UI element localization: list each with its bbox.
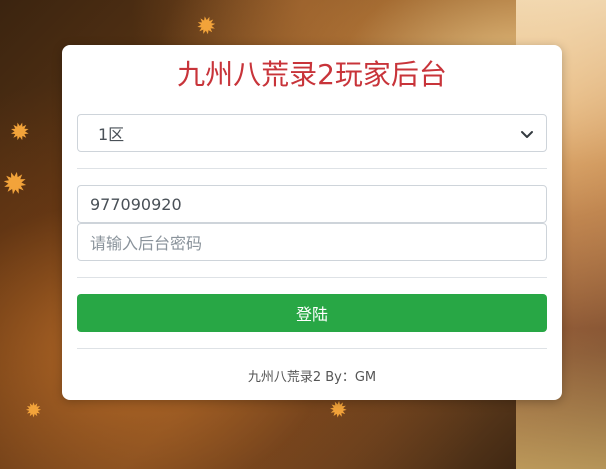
- login-button[interactable]: 登陆: [77, 294, 547, 332]
- server-select[interactable]: 1区: [77, 114, 547, 152]
- divider: [77, 277, 547, 278]
- maple-leaf-icon: ✹: [0, 165, 31, 204]
- login-card: 九州八荒录2玩家后台 1区 977090920 请输入后台密码 登陆 九州八荒录…: [62, 45, 562, 400]
- server-select-value: 1区: [98, 125, 125, 144]
- account-input[interactable]: 977090920: [77, 185, 547, 223]
- password-input[interactable]: 请输入后台密码: [77, 223, 547, 261]
- footer-credit: 九州八荒录2 By：GM: [247, 370, 377, 385]
- password-input-placeholder: 请输入后台密码: [90, 234, 203, 253]
- chevron-down-icon: [520, 126, 534, 140]
- divider: [77, 348, 547, 349]
- account-input-value: 977090920: [90, 194, 182, 214]
- page-title: 九州八荒录2玩家后台: [177, 58, 447, 91]
- divider: [77, 168, 547, 169]
